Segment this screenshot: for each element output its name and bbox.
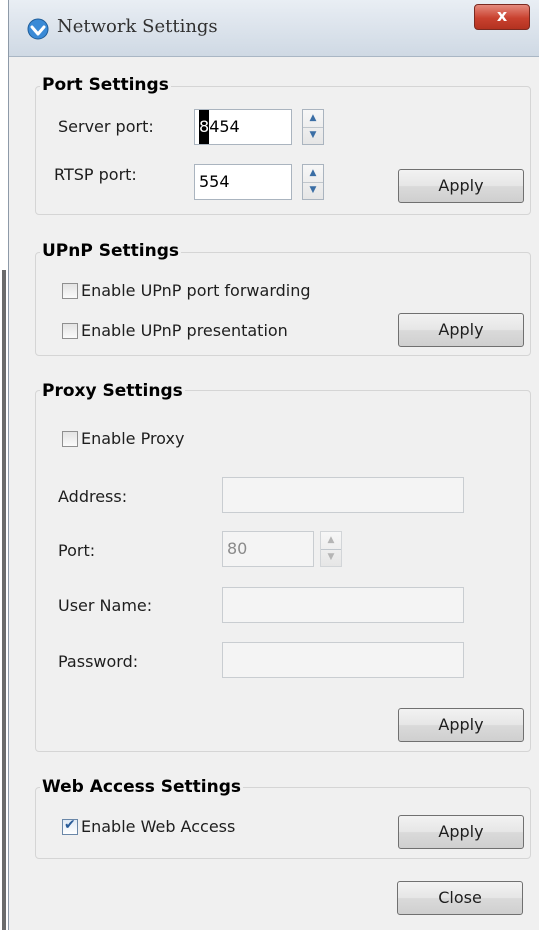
close-window-button[interactable]: x [474, 4, 530, 30]
upnp-forwarding-checkbox[interactable] [62, 283, 78, 299]
proxy-port-spinner[interactable]: ▲ ▼ [320, 531, 342, 567]
upnp-presentation-label[interactable]: Enable UPnP presentation [81, 321, 288, 341]
rtsp-port-spinner[interactable]: ▲ ▼ [302, 164, 324, 200]
rtsp-port-input[interactable]: 554 [194, 164, 292, 200]
proxy-username-input[interactable] [222, 587, 464, 623]
background-edge [2, 270, 6, 930]
enable-proxy-label[interactable]: Enable Proxy [81, 429, 184, 449]
proxy-username-label: User Name: [58, 596, 153, 615]
network-shield-icon [27, 18, 49, 40]
enable-web-access-label[interactable]: Enable Web Access [81, 817, 235, 837]
proxy-apply-button[interactable]: Apply [398, 708, 524, 742]
proxy-port-label: Port: [58, 541, 96, 560]
upnp-settings-group: UPnP Settings Enable UPnP port forwardin… [35, 241, 531, 356]
proxy-settings-legend: Proxy Settings [40, 381, 185, 401]
server-port-value: 454 [209, 117, 240, 136]
rtsp-port-label: RTSP port: [54, 165, 137, 184]
proxy-password-input[interactable] [222, 642, 464, 678]
window-title: Network Settings [57, 16, 218, 37]
spin-down-arrow-icon[interactable]: ▼ [303, 127, 323, 144]
enable-web-access-checkbox[interactable] [62, 817, 78, 835]
upnp-forwarding-label[interactable]: Enable UPnP port forwarding [81, 281, 311, 301]
server-port-selection: 8 [199, 110, 210, 144]
upnp-apply-button[interactable]: Apply [398, 313, 524, 347]
upnp-presentation-checkbox[interactable] [62, 323, 78, 339]
web-access-apply-button[interactable]: Apply [398, 815, 524, 849]
proxy-settings-group: Proxy Settings Enable Proxy Address: Por… [35, 381, 531, 752]
spin-up-arrow-icon[interactable]: ▲ [321, 532, 341, 550]
port-settings-legend: Port Settings [40, 75, 171, 95]
network-settings-dialog: Network Settings x Port Settings Server … [8, 0, 539, 930]
port-settings-group: Port Settings Server port: 8454 ▲ ▼ RTSP… [35, 75, 531, 215]
enable-proxy-checkbox[interactable] [62, 431, 78, 447]
proxy-password-label: Password: [58, 652, 139, 671]
proxy-address-label: Address: [58, 487, 128, 506]
spin-down-arrow-icon[interactable]: ▼ [321, 549, 341, 566]
spin-up-arrow-icon[interactable]: ▲ [303, 110, 323, 128]
web-access-settings-legend: Web Access Settings [40, 777, 244, 797]
spin-up-arrow-icon[interactable]: ▲ [303, 165, 323, 183]
spin-down-arrow-icon[interactable]: ▼ [303, 182, 323, 199]
title-bar[interactable]: Network Settings x [9, 0, 539, 57]
server-port-label: Server port: [58, 117, 154, 136]
close-button[interactable]: Close [397, 881, 523, 915]
proxy-port-input[interactable]: 80 [222, 531, 314, 567]
upnp-settings-legend: UPnP Settings [40, 241, 181, 261]
server-port-spinner[interactable]: ▲ ▼ [302, 109, 324, 145]
web-access-settings-group: Web Access Settings Enable Web Access Ap… [35, 777, 531, 859]
proxy-address-input[interactable] [222, 477, 464, 513]
close-icon: x [496, 6, 508, 25]
server-port-input[interactable]: 8454 [194, 109, 292, 145]
port-apply-button[interactable]: Apply [398, 169, 524, 203]
background-strip [0, 0, 8, 930]
